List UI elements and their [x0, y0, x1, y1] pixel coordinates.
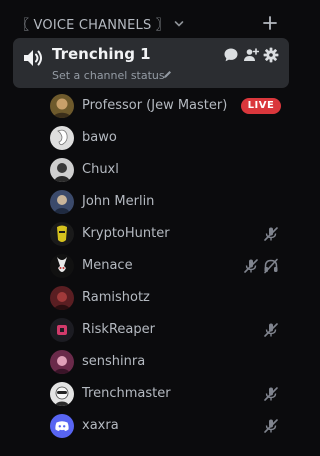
avatar: [50, 94, 74, 118]
username: John Merlin: [82, 194, 155, 209]
muted-mic-icon: [264, 323, 278, 337]
voice-user-ramishotz[interactable]: Ramishotz: [48, 283, 288, 313]
username: Professor (Jew Master): [82, 98, 228, 113]
deafened-headphones-icon: [264, 258, 278, 274]
username: xaxra: [82, 418, 119, 433]
voice-user-professor[interactable]: Professor (Jew Master) LIVE: [48, 91, 288, 121]
username: RiskReaper: [82, 322, 155, 337]
username: KryptoHunter: [82, 226, 170, 241]
channel-name: Trenching 1: [52, 45, 151, 63]
muted-mic-icon: [244, 259, 258, 273]
section-title: 〖 VOICE CHANNELS 〗: [16, 18, 169, 33]
username: Chuxl: [82, 162, 119, 177]
username: Trenchmaster: [82, 386, 171, 401]
chat-bubble-icon[interactable]: [223, 47, 239, 63]
voice-user-xaxra[interactable]: xaxra: [48, 411, 288, 441]
avatar: [50, 222, 74, 246]
avatar: [50, 126, 74, 150]
avatar: [50, 158, 74, 182]
voice-user-trenchmaster[interactable]: Trenchmaster: [48, 379, 288, 409]
voice-user-kryptohunter[interactable]: KryptoHunter: [48, 219, 288, 249]
avatar: [50, 382, 74, 406]
avatar: [50, 254, 74, 278]
username: bawo: [82, 130, 117, 145]
settings-gear-icon[interactable]: [263, 47, 279, 63]
muted-mic-icon: [264, 419, 278, 433]
username: senshinra: [82, 354, 146, 369]
username: Menace: [82, 258, 133, 273]
avatar: [50, 350, 74, 374]
voice-user-chuxl[interactable]: Chuxl: [48, 155, 288, 185]
live-badge: LIVE: [241, 98, 281, 114]
channel-status-prompt[interactable]: Set a channel status: [52, 69, 165, 82]
voice-user-john-merlin[interactable]: John Merlin: [48, 187, 288, 217]
invite-members-icon[interactable]: [243, 47, 259, 63]
avatar: [50, 286, 74, 310]
voice-user-bawo[interactable]: bawo: [48, 123, 288, 153]
speaker-icon: [24, 50, 42, 66]
voice-channel-trenching-1[interactable]: Trenching 1 Set a channel status: [13, 38, 289, 88]
chevron-down-icon[interactable]: [174, 19, 184, 29]
voice-user-riskreaper[interactable]: RiskReaper: [48, 315, 288, 345]
discord-default-avatar: [50, 414, 74, 438]
muted-mic-icon: [264, 387, 278, 401]
muted-mic-icon: [264, 227, 278, 241]
avatar: [50, 190, 74, 214]
voice-channels-header[interactable]: 〖 VOICE CHANNELS 〗: [0, 0, 295, 36]
username: Ramishotz: [82, 290, 150, 305]
avatar: [50, 318, 74, 342]
add-channel-icon[interactable]: [263, 16, 277, 30]
pencil-icon[interactable]: [162, 69, 173, 80]
voice-user-senshinra[interactable]: senshinra: [48, 347, 288, 377]
voice-user-menace[interactable]: Menace: [48, 251, 288, 281]
